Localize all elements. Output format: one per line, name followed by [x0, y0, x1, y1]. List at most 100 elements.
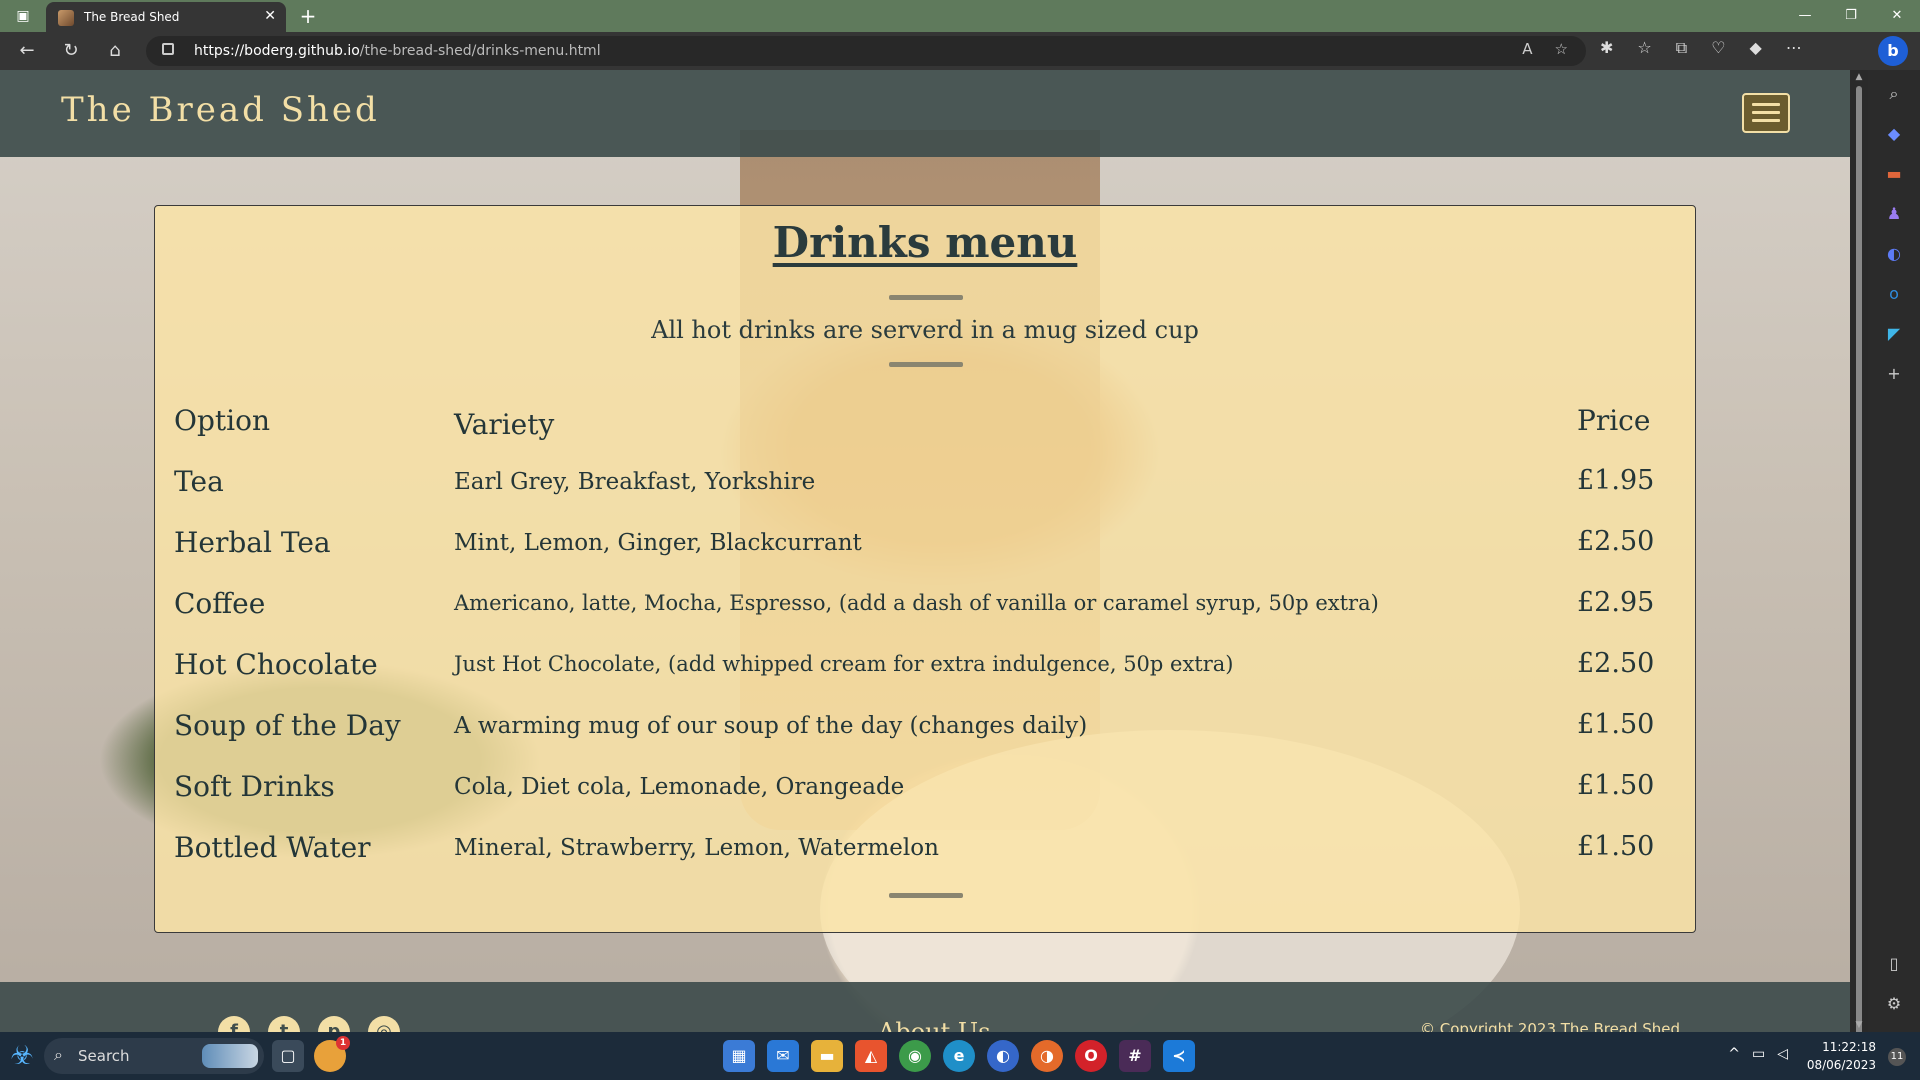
twitter-icon[interactable]: t [268, 1016, 300, 1032]
hamburger-menu-button[interactable] [1742, 93, 1790, 133]
file-explorer-icon[interactable]: ▬ [811, 1040, 843, 1072]
page-title: Drinks menu [772, 218, 1078, 267]
drink-price: £2.50 [1577, 526, 1655, 557]
divider [889, 295, 963, 300]
menu-subtitle: All hot drinks are serverd in a mug size… [651, 316, 1199, 344]
instagram-icon[interactable]: ◎ [368, 1016, 400, 1032]
scroll-up-icon[interactable]: ▲ [1853, 72, 1865, 82]
footer-about-link[interactable]: About Us [878, 1018, 990, 1032]
table-row: Tea Earl Grey, Breakfast, Yorkshire £1.9… [174, 457, 1674, 518]
table-header-row: Option Variety Price [174, 396, 1674, 457]
notifications-badge[interactable]: 11 [1888, 1048, 1906, 1066]
clock-date: 08/06/2023 [1806, 1058, 1876, 1072]
site-header: The Bread Shed [0, 70, 1850, 157]
site-title[interactable]: The Bread Shed [61, 90, 380, 130]
more-options-icon[interactable]: ⋯ [1786, 38, 1802, 58]
close-window-button[interactable]: ✕ [1874, 0, 1920, 32]
toolbar-icons: ✱ ☆ ⧉ ♡ ◆ ⋯ [1600, 38, 1802, 58]
windows-taskbar: ☣ ⌕ Search ▢ 1 ▦ ✉ ▬ ◭ ◉ e ◐ ◑ O # ≺ ^ ▭… [0, 1032, 1920, 1080]
close-tab-icon[interactable]: ✕ [264, 8, 276, 24]
settings-gear-icon[interactable]: ⚙ [1880, 990, 1908, 1018]
refresh-icon[interactable]: ↻ [56, 38, 86, 64]
url-text[interactable]: https://boderg.github.io/the-bread-shed/… [194, 43, 601, 59]
start-button-icon[interactable]: ☣ [6, 1040, 38, 1072]
read-aloud-icon[interactable]: A [1522, 40, 1532, 58]
browser-tab[interactable]: The Bread Shed ✕ [46, 2, 286, 32]
volume-icon[interactable]: ◁ [1777, 1046, 1788, 1062]
new-tab-button[interactable]: + [296, 4, 320, 28]
drink-price: £1.50 [1577, 770, 1655, 801]
divider [889, 362, 963, 367]
edge-icon[interactable]: e [943, 1040, 975, 1072]
network-icon[interactable]: ▭ [1752, 1046, 1765, 1062]
back-arrow-icon[interactable]: ← [12, 38, 42, 64]
firefox-icon[interactable]: ◑ [1031, 1040, 1063, 1072]
table-row: Herbal Tea Mint, Lemon, Ginger, Blackcur… [174, 518, 1674, 579]
taskbar-search-label: Search [78, 1047, 130, 1065]
site-footer: f t p ◎ About Us © Copyright 2023 The Br… [0, 982, 1850, 1032]
brave-browser-icon[interactable]: ◭ [855, 1040, 887, 1072]
taskbar-search[interactable]: ⌕ Search [44, 1038, 264, 1074]
minimize-button[interactable]: — [1782, 0, 1828, 32]
shopping-tag-icon[interactable]: ◆ [1880, 120, 1908, 148]
slack-icon[interactable]: # [1119, 1040, 1151, 1072]
firefox-developer-icon[interactable]: ◐ [987, 1040, 1019, 1072]
drink-variety: Mineral, Strawberry, Lemon, Watermelon [454, 835, 939, 861]
extensions-icon[interactable]: ✱ [1600, 38, 1613, 58]
address-bar[interactable]: https://boderg.github.io/the-bread-shed/… [146, 36, 1586, 66]
tools-icon[interactable]: ▬ [1880, 160, 1908, 188]
tray-icons: ^ ▭ ◁ [1728, 1046, 1788, 1062]
taskbar-clock[interactable]: 11:22:18 08/06/2023 [1807, 1038, 1876, 1074]
chrome-icon[interactable]: ◉ [899, 1040, 931, 1072]
page-scrollbar[interactable]: ▲ ▼ [1850, 70, 1868, 1036]
menu-line [1752, 119, 1780, 122]
pinterest-icon[interactable]: p [318, 1016, 350, 1032]
show-hidden-icons-icon[interactable]: ^ [1728, 1046, 1740, 1062]
vscode-icon[interactable]: ≺ [1163, 1040, 1195, 1072]
address-bar-actions: A ☆ [1522, 40, 1568, 58]
drink-option: Hot Chocolate [174, 648, 378, 681]
restore-button[interactable]: ❐ [1828, 0, 1874, 32]
scrollbar-thumb[interactable] [1856, 86, 1862, 1036]
microsoft-365-icon[interactable]: ◐ [1880, 240, 1908, 268]
performance-icon[interactable]: ♡ [1711, 38, 1725, 58]
add-sidebar-app-icon[interactable]: + [1880, 360, 1908, 388]
drink-price: £1.50 [1577, 709, 1655, 740]
drinks-table: Option Variety Price Tea Earl Grey, Brea… [174, 396, 1674, 884]
favorite-star-icon[interactable]: ☆ [1555, 40, 1568, 58]
drink-variety: Earl Grey, Breakfast, Yorkshire [454, 469, 816, 495]
drop-icon[interactable]: ◤ [1880, 320, 1908, 348]
browser-navbar: ← ↻ ⌂ https://boderg.github.io/the-bread… [0, 32, 1920, 70]
column-header-variety: Variety [454, 408, 555, 441]
task-view-icon[interactable]: ▢ [272, 1040, 304, 1072]
search-icon[interactable]: ⌕ [1880, 80, 1908, 108]
opera-icon[interactable]: O [1075, 1040, 1107, 1072]
drink-option: Soup of the Day [174, 709, 401, 742]
microsoft-store-icon[interactable]: ▦ [723, 1040, 755, 1072]
facebook-icon[interactable]: f [218, 1016, 250, 1032]
page-viewport: The Bread Shed Drinks menu All hot drink… [0, 70, 1850, 1032]
social-links: f t p ◎ [218, 1016, 400, 1032]
window-controls: — ❐ ✕ [1782, 0, 1920, 32]
tab-title: The Bread Shed [84, 10, 180, 24]
lock-icon[interactable] [162, 43, 174, 55]
mail-icon[interactable]: ✉ [767, 1040, 799, 1072]
table-row: Soup of the Day A warming mug of our sou… [174, 701, 1674, 762]
profile-extension-icon[interactable]: ◆ [1750, 38, 1762, 58]
tab-actions-icon[interactable]: ▣ [10, 6, 36, 26]
bing-copilot-icon[interactable]: b [1878, 36, 1908, 66]
pinned-app-icon[interactable]: 1 [314, 1036, 350, 1072]
url-host: https://boderg.github.io [194, 43, 360, 59]
drinks-menu-card: Drinks menu All hot drinks are serverd i… [154, 205, 1696, 933]
outlook-icon[interactable]: o [1880, 280, 1908, 308]
hide-sidebar-icon[interactable]: ▯ [1880, 950, 1908, 978]
drink-variety: Mint, Lemon, Ginger, Blackcurrant [454, 530, 862, 556]
drink-price: £1.95 [1577, 465, 1655, 496]
games-icon[interactable]: ♟ [1880, 200, 1908, 228]
home-icon[interactable]: ⌂ [100, 38, 130, 64]
drink-variety: Cola, Diet cola, Lemonade, Orangeade [454, 774, 905, 800]
drink-option: Soft Drinks [174, 770, 335, 803]
favorites-icon[interactable]: ☆ [1637, 38, 1651, 58]
scroll-down-icon[interactable]: ▼ [1853, 1020, 1865, 1030]
collections-icon[interactable]: ⧉ [1676, 38, 1687, 58]
